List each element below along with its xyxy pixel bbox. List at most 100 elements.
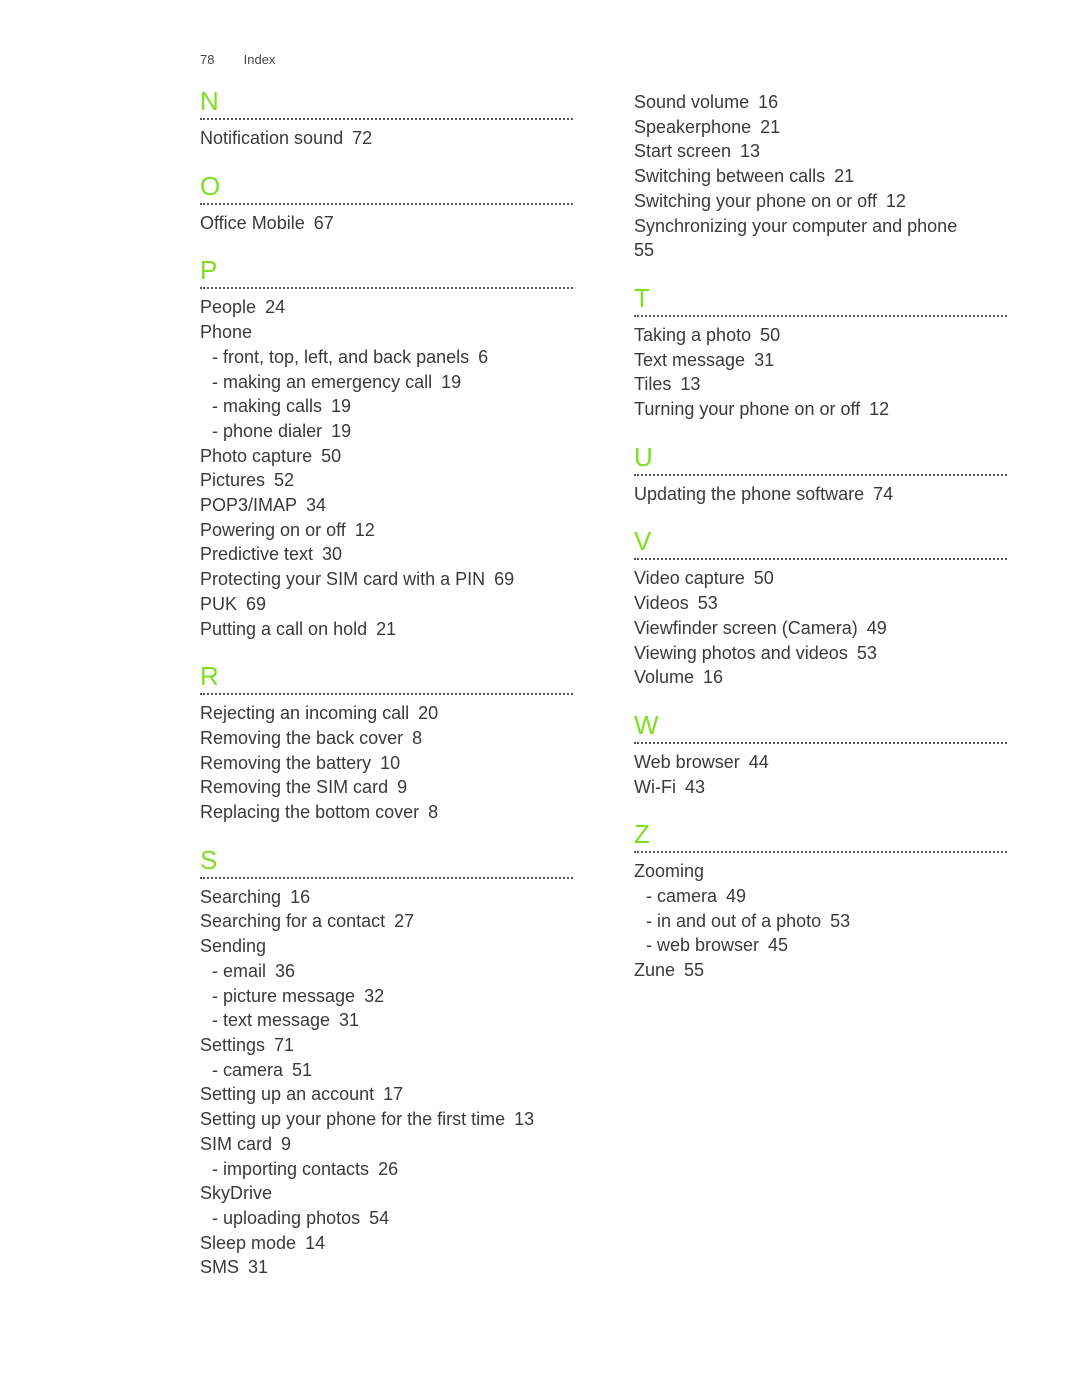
entry-term: Removing the SIM card xyxy=(200,777,389,798)
entry-page-number[interactable]: 50 xyxy=(321,446,341,466)
entry-page-number[interactable]: 53 xyxy=(857,643,877,663)
index-entry: Wi-Fi 43 xyxy=(634,775,1007,800)
entry-page-number[interactable]: 16 xyxy=(758,92,778,112)
entry-page-number[interactable]: 31 xyxy=(754,350,774,370)
entry-page-number[interactable]: 19 xyxy=(331,421,351,441)
entry-page-number[interactable]: 45 xyxy=(768,935,788,955)
index-entry: Replacing the bottom cover 8 xyxy=(200,800,573,825)
entry-term: Sound volume xyxy=(634,92,750,112)
entry-page-number[interactable]: 53 xyxy=(698,593,718,613)
index-entry: People 24 xyxy=(200,295,573,320)
dotted-divider xyxy=(200,118,573,120)
entry-page-number[interactable]: 12 xyxy=(869,399,889,419)
index-subentry: - making an emergency call 19 xyxy=(200,370,573,395)
dotted-divider xyxy=(634,314,1007,317)
entry-term: - email xyxy=(212,960,267,981)
entry-page-number[interactable]: 44 xyxy=(749,752,769,772)
entry-page-number[interactable]: 72 xyxy=(352,128,372,148)
entry-page-number[interactable]: 32 xyxy=(364,986,384,1006)
index-entry: Phone xyxy=(200,320,573,345)
entry-page-number[interactable]: 36 xyxy=(275,961,295,981)
page-number: 78 xyxy=(200,52,215,67)
index-entry: Viewfinder screen (Camera) 49 xyxy=(634,616,1007,641)
index-entry: POP3/IMAP 34 xyxy=(200,493,573,518)
index-entry: Setting up your phone for the first time… xyxy=(200,1107,573,1132)
entry-page-number[interactable]: 8 xyxy=(428,802,438,822)
entry-page-number[interactable]: 69 xyxy=(246,594,266,614)
section-letter: S xyxy=(200,844,218,875)
entry-page-number[interactable]: 6 xyxy=(478,347,488,367)
entry-page-number[interactable]: 49 xyxy=(726,886,746,906)
entry-page-number[interactable]: 51 xyxy=(292,1060,312,1080)
entry-page-number[interactable]: 34 xyxy=(306,495,326,515)
entry-term: Rejecting an incoming call xyxy=(200,703,410,724)
entry-page-number[interactable]: 74 xyxy=(873,484,893,504)
entry-page-number[interactable]: 14 xyxy=(305,1233,325,1253)
entry-page-number[interactable]: 10 xyxy=(380,753,400,773)
index-subentry: - importing contacts 26 xyxy=(200,1157,573,1182)
entry-page-number[interactable]: 9 xyxy=(397,777,407,797)
entry-page-number[interactable]: 30 xyxy=(322,544,342,564)
index-subentry: - in and out of a photo 53 xyxy=(634,909,1007,934)
entry-page-number[interactable]: 71 xyxy=(274,1035,294,1055)
index-entry: Removing the SIM card 9 xyxy=(200,775,573,800)
entry-page-number[interactable]: 31 xyxy=(339,1010,359,1030)
entry-page-number[interactable]: 16 xyxy=(703,667,723,687)
entry-page-number[interactable]: 31 xyxy=(248,1257,268,1277)
index-subentry: - uploading photos 54 xyxy=(200,1206,573,1231)
entry-page-number[interactable]: 16 xyxy=(290,887,310,907)
entry-term: - making calls xyxy=(212,396,323,417)
entry-page-number[interactable]: 13 xyxy=(514,1109,534,1129)
entry-page-number[interactable]: 53 xyxy=(830,911,850,931)
index-entry: Speakerphone 21 xyxy=(634,115,1007,140)
entry-page-number[interactable]: 55 xyxy=(684,960,704,980)
entry-page-number[interactable]: 54 xyxy=(369,1208,389,1228)
entry-page-number[interactable]: 13 xyxy=(680,374,700,394)
entry-term: SkyDrive xyxy=(200,1183,273,1204)
entry-term: Settings xyxy=(200,1034,266,1055)
entry-page-number[interactable]: 19 xyxy=(331,396,351,416)
entry-term: - in and out of a photo xyxy=(646,910,822,931)
entry-term: Pictures xyxy=(200,470,266,491)
index-section-z: Z Zooming - camera 49 - in and out of a phot… xyxy=(634,819,1007,983)
entry-page-number[interactable]: 55 xyxy=(634,240,654,260)
index-subentry: - making calls 19 xyxy=(200,394,573,419)
entry-term: SMS xyxy=(200,1257,240,1278)
section-letter: V xyxy=(634,526,652,557)
entry-page-number[interactable]: 19 xyxy=(441,372,461,392)
entry-page-number[interactable]: 26 xyxy=(378,1159,398,1179)
index-subentry: - front, top, left, and back panels 6 xyxy=(200,345,573,370)
entry-page-number[interactable]: 49 xyxy=(867,618,887,638)
entry-page-number[interactable]: 50 xyxy=(760,325,780,345)
index-entry: Sending xyxy=(200,934,573,959)
entry-page-number[interactable]: 50 xyxy=(754,568,774,588)
entry-term: Powering on or off xyxy=(200,519,346,540)
entry-page-number[interactable]: 13 xyxy=(740,141,760,161)
index-section-p: P People 24 Phone - front, top, left, and ba… xyxy=(200,255,573,641)
entry-page-number[interactable]: 8 xyxy=(412,728,422,748)
entry-page-number[interactable]: 17 xyxy=(383,1084,403,1104)
index-entry: SIM card 9 xyxy=(200,1132,573,1157)
entry-term: Text message xyxy=(634,349,746,370)
index-entry: Switching your phone on or off 12 xyxy=(634,189,1007,214)
entry-page-number[interactable]: 9 xyxy=(281,1134,291,1154)
entry-page-number[interactable]: 69 xyxy=(494,569,514,589)
entry-term: - camera xyxy=(646,886,718,907)
entry-page-number[interactable]: 12 xyxy=(355,520,375,540)
entry-page-number[interactable]: 24 xyxy=(265,297,285,317)
entry-page-number[interactable]: 27 xyxy=(394,911,414,931)
entry-page-number[interactable]: 21 xyxy=(760,117,780,137)
entry-page-number[interactable]: 52 xyxy=(274,470,294,490)
dotted-divider xyxy=(634,851,1007,854)
entry-term: Zune xyxy=(634,960,676,981)
index-entry: Photo capture 50 xyxy=(200,444,573,469)
entry-page-number[interactable]: 20 xyxy=(418,703,438,723)
entry-page-number[interactable]: 67 xyxy=(314,213,334,233)
entry-term: Switching between calls xyxy=(634,166,826,187)
entry-page-number[interactable]: 21 xyxy=(834,166,854,186)
entry-page-number[interactable]: 12 xyxy=(886,191,906,211)
index-entry: Predictive text 30 xyxy=(200,542,573,567)
entry-page-number[interactable]: 21 xyxy=(376,619,396,639)
entry-page-number[interactable]: 43 xyxy=(685,777,705,797)
entry-term: Removing the battery xyxy=(200,752,372,773)
